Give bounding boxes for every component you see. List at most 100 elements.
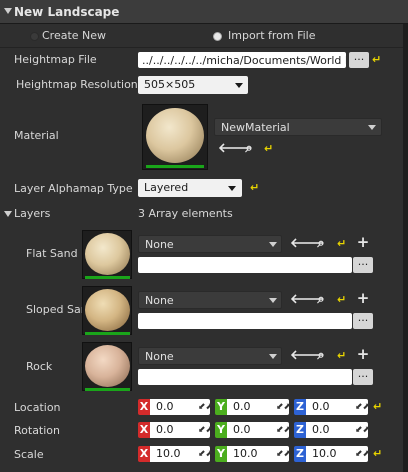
reset-arrow-icon[interactable]: ↵: [372, 53, 381, 66]
material-asset-bar: [146, 165, 204, 168]
layer-browse-button[interactable]: ...: [353, 312, 373, 329]
layer-path-field[interactable]: [138, 313, 352, 329]
layer-path-field[interactable]: [138, 257, 352, 273]
layer-alphamap-value: Layered: [144, 181, 189, 194]
material-label: Material: [14, 129, 59, 142]
panel-title: New Landscape: [14, 5, 120, 19]
layer-asset-value: None: [145, 350, 174, 363]
heightmap-browse-button[interactable]: ...: [349, 51, 369, 68]
drag-arrows-icon[interactable]: ⬋⬈: [198, 446, 213, 462]
material-preview-sphere: [146, 108, 204, 163]
layer-preview-sphere: [85, 289, 130, 331]
rotation-y-value: 0.0: [233, 423, 251, 436]
import-from-file-label[interactable]: Import from File: [228, 29, 316, 42]
reset-arrow-icon[interactable]: ↵: [264, 142, 273, 155]
layer-thumbnail[interactable]: [82, 342, 132, 391]
scale-z-axis: Z: [294, 446, 306, 462]
layer-asset-select[interactable]: None: [138, 235, 282, 253]
scale-y-value: 10.0: [233, 447, 258, 460]
reset-arrow-icon[interactable]: ↵: [373, 447, 382, 460]
drag-arrows-icon[interactable]: ⬋⬈: [198, 422, 213, 438]
drag-arrows-icon[interactable]: ⬋⬈: [198, 399, 213, 415]
scale-z-value: 10.0: [312, 447, 337, 460]
material-select[interactable]: NewMaterial: [214, 118, 382, 136]
layer-alphamap-select[interactable]: Layered: [138, 179, 242, 197]
magnifier-icon[interactable]: ⌕: [314, 293, 328, 306]
chevron-down-icon: [269, 242, 277, 247]
magnifier-icon[interactable]: ⌕: [314, 237, 328, 250]
layer-thumbnail[interactable]: [82, 286, 132, 335]
rotation-label: Rotation: [14, 424, 61, 437]
heightmap-resolution-value: 505×505: [144, 78, 196, 91]
left-arrow-icon[interactable]: 🡐: [290, 293, 325, 306]
scale-x-axis: X: [138, 446, 150, 462]
divider: [0, 47, 408, 48]
layers-label: Layers: [14, 207, 51, 220]
create-new-radio[interactable]: [30, 32, 39, 41]
drag-arrows-icon[interactable]: ⬋⬈: [276, 446, 291, 462]
location-y-axis: Y: [215, 399, 227, 415]
location-label: Location: [14, 401, 61, 414]
layer-thumbnail[interactable]: [82, 230, 132, 279]
location-x-axis: X: [138, 399, 150, 415]
scale-y-axis: Y: [215, 446, 227, 462]
scale-x-value: 10.0: [156, 447, 181, 460]
location-z-axis: Z: [294, 399, 306, 415]
reset-arrow-icon[interactable]: ↵: [250, 181, 259, 194]
scale-label: Scale: [14, 448, 44, 461]
location-x-value: 0.0: [156, 400, 174, 413]
reset-arrow-icon[interactable]: ↵: [337, 293, 346, 306]
location-y-value: 0.0: [233, 400, 251, 413]
location-z-value: 0.0: [312, 400, 330, 413]
layer-asset-value: None: [145, 294, 174, 307]
chevron-down-icon: [368, 125, 376, 130]
reset-arrow-icon[interactable]: ↵: [337, 349, 346, 362]
material-thumbnail[interactable]: [142, 104, 208, 170]
layers-collapse-icon[interactable]: [4, 211, 12, 217]
heightmap-file-input[interactable]: ../../../../../../micha/Documents/World …: [138, 52, 346, 68]
layer-asset-bar: [85, 388, 130, 391]
left-arrow-icon[interactable]: 🡐: [290, 237, 325, 250]
drag-arrows-icon[interactable]: ⬋⬈: [276, 399, 291, 415]
plus-icon[interactable]: +: [356, 291, 370, 306]
rotation-z-axis: Z: [294, 422, 306, 438]
layer-asset-bar: [85, 276, 130, 279]
magnifier-icon[interactable]: ⌕: [242, 142, 256, 155]
layer-path-field[interactable]: [138, 369, 352, 385]
rotation-z-value: 0.0: [312, 423, 330, 436]
chevron-down-icon: [269, 354, 277, 359]
drag-arrows-icon[interactable]: ⬋⬈: [355, 422, 370, 438]
chevron-down-icon: [235, 83, 243, 88]
collapse-icon[interactable]: [4, 8, 12, 14]
panel-header[interactable]: New Landscape: [0, 0, 408, 24]
layer-name: Sloped Sar: [26, 303, 86, 316]
drag-arrows-icon[interactable]: ⬋⬈: [355, 446, 370, 462]
material-value: NewMaterial: [221, 121, 290, 134]
layer-asset-select[interactable]: None: [138, 291, 282, 309]
rotation-x-axis: X: [138, 422, 150, 438]
left-arrow-icon[interactable]: 🡐: [218, 142, 253, 155]
layer-preview-sphere: [85, 345, 130, 387]
create-new-label[interactable]: Create New: [42, 29, 106, 42]
rotation-x-value: 0.0: [156, 423, 174, 436]
left-arrow-icon[interactable]: 🡐: [290, 349, 325, 362]
drag-arrows-icon[interactable]: ⬋⬈: [276, 422, 291, 438]
reset-arrow-icon[interactable]: ↵: [373, 400, 382, 413]
plus-icon[interactable]: +: [356, 347, 370, 362]
plus-icon[interactable]: +: [356, 235, 370, 250]
drag-arrows-icon[interactable]: ⬋⬈: [355, 399, 370, 415]
layer-asset-select[interactable]: None: [138, 347, 282, 365]
import-from-file-radio[interactable]: [213, 32, 222, 41]
layer-name: Flat Sand: [26, 247, 78, 260]
reset-arrow-icon[interactable]: ↵: [337, 237, 346, 250]
layer-browse-button[interactable]: ...: [353, 256, 373, 273]
heightmap-resolution-label: Heightmap Resolution: [16, 78, 138, 91]
heightmap-file-label: Heightmap File: [14, 53, 97, 66]
magnifier-icon[interactable]: ⌕: [314, 349, 328, 362]
layer-asset-value: None: [145, 238, 174, 251]
scrollbar[interactable]: [403, 24, 408, 472]
layers-count: 3 Array elements: [138, 207, 233, 220]
layer-browse-button[interactable]: ...: [353, 368, 373, 385]
heightmap-resolution-select[interactable]: 505×505: [138, 76, 248, 94]
chevron-down-icon: [269, 298, 277, 303]
